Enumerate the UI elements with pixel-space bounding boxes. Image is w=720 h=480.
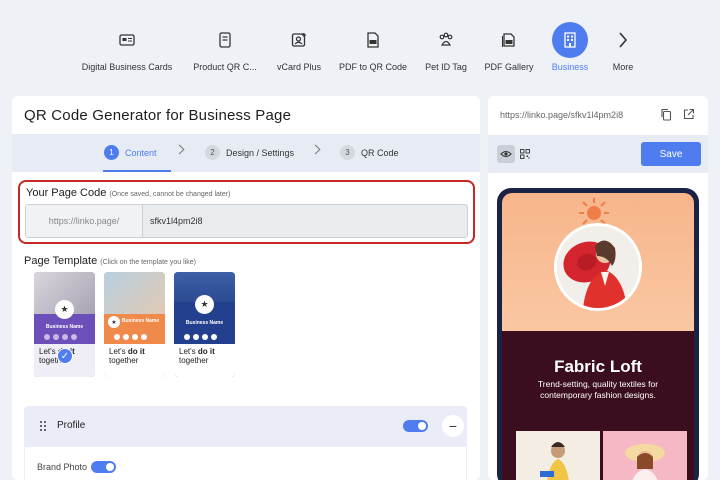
gallery-image-2 (603, 431, 687, 480)
template-promo: Let's do ittogether (104, 344, 165, 377)
profile-section-body (24, 447, 467, 480)
chevron-right-icon (310, 144, 321, 155)
brand-photo-toggle[interactable] (91, 461, 116, 473)
page-template-hint: (Click on the template you like) (100, 259, 196, 266)
page-code-input[interactable]: sfkv1l4pm2i8 (143, 205, 467, 237)
check-icon: ✓ (57, 348, 73, 364)
chevron-right-icon (605, 22, 641, 58)
collapse-button[interactable]: − (442, 415, 464, 437)
template-social-icons (184, 334, 226, 340)
step-design-settings[interactable]: 2 Design / Settings (205, 145, 294, 160)
active-step-underline (103, 170, 171, 172)
brand-photo-label: Brand Photo (37, 462, 88, 472)
page-code-section: Your Page Code (Once saved, cannot be ch… (18, 180, 475, 244)
nav-label: Digital Business Cards (81, 62, 173, 72)
business-subtitle: Trend-setting, quality textiles for cont… (537, 379, 659, 400)
profile-section-header[interactable]: Profile − (24, 406, 467, 447)
vcard-icon (281, 22, 317, 58)
nav-label: More (612, 62, 634, 72)
eye-icon[interactable] (497, 145, 515, 163)
qr-code-icon[interactable] (516, 145, 534, 163)
promo-text-b: do it (127, 347, 145, 356)
page-template-title-text: Page Template (24, 255, 98, 267)
promo-text-a: Let's (179, 347, 198, 356)
nav-more[interactable]: More (568, 22, 678, 72)
star-icon: ★ (55, 300, 74, 319)
external-link-icon[interactable] (682, 107, 696, 121)
preview-panel: https://linko.page/sfkv1l4pm2i8 Save Fab… (488, 96, 708, 480)
step-label: Content (125, 147, 157, 158)
profile-toggle[interactable] (403, 420, 428, 432)
promo-text-a: Let's (39, 347, 58, 356)
template-card-3[interactable]: ★ Business Name Let's do it together (174, 272, 235, 377)
business-photo (554, 223, 642, 311)
template-card-1[interactable]: ★ Business Name Let's do ittogether ✓ (34, 272, 95, 377)
drag-handle-icon[interactable] (40, 421, 46, 431)
stepper: 1 Content 2 Design / Settings 3 QR Code (12, 134, 480, 172)
save-button[interactable]: Save (641, 142, 701, 166)
page-code-hint: (Once saved, cannot be changed later) (109, 191, 231, 198)
template-business-name: Business Name (185, 320, 224, 326)
minus-icon: − (448, 418, 458, 434)
nav-label: vCard Plus (276, 62, 321, 72)
template-business-name: Business Name (45, 324, 84, 330)
copy-icon[interactable] (659, 107, 673, 121)
template-card-2[interactable]: ★ Business Name Let's do it together (104, 272, 165, 377)
step-content[interactable]: 1 Content (104, 145, 157, 160)
phone-screen: Fabric Loft Trend-setting, quality texti… (502, 193, 694, 480)
promo-text-c: together (109, 356, 139, 365)
id-card-icon (109, 22, 145, 58)
page-code-title-text: Your Page Code (26, 187, 107, 199)
profile-label: Profile (57, 420, 86, 431)
nav-digital-business-cards[interactable]: Digital Business Cards (72, 22, 182, 72)
phone-preview: Fabric Loft Trend-setting, quality texti… (497, 188, 699, 480)
page-code-field: https://linko.page/ sfkv1l4pm2i8 (25, 204, 468, 238)
pdf-icon (355, 22, 391, 58)
product-box-icon (207, 22, 243, 58)
top-nav: Digital Business Cards Product QR C... v… (0, 0, 720, 84)
template-promo: Let's do ittogether (174, 344, 235, 377)
editor-panel: QR Code Generator for Business Page 1 Co… (12, 96, 480, 480)
step-number: 2 (205, 145, 220, 160)
page-template-title: Page Template (Click on the template you… (24, 255, 196, 267)
gallery-image-1 (516, 431, 600, 480)
page-code-prefix: https://linko.page/ (26, 205, 143, 237)
chevron-right-icon (174, 144, 185, 155)
preview-url: https://linko.page/sfkv1l4pm2i8 (500, 110, 624, 120)
template-business-name: Business Name (121, 318, 160, 324)
step-number: 1 (104, 145, 119, 160)
template-photo (104, 272, 165, 314)
template-social-icons (44, 334, 86, 340)
business-title: Fabric Loft (554, 357, 642, 376)
step-qr-code[interactable]: 3 QR Code (340, 145, 399, 160)
promo-text-a: Let's (109, 347, 128, 356)
template-social-icons (114, 334, 156, 340)
promo-text-c: together (179, 356, 209, 365)
promo-text-b: do it (197, 347, 215, 356)
step-label: Design / Settings (226, 147, 295, 158)
step-number: 3 (340, 145, 355, 160)
page-title: QR Code Generator for Business Page (24, 107, 292, 124)
preview-toolbar: Save (488, 135, 708, 173)
page-code-title: Your Page Code (Once saved, cannot be ch… (26, 187, 230, 199)
step-label: QR Code (361, 147, 399, 158)
star-icon: ★ (195, 295, 214, 314)
